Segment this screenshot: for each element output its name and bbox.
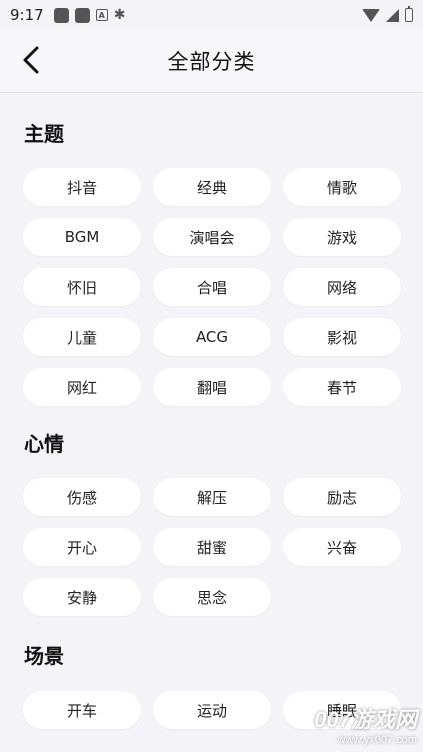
back-button[interactable]	[14, 43, 48, 77]
signal-icon	[386, 8, 399, 22]
bug-icon: ✱	[113, 7, 126, 23]
category-chip[interactable]: 安静	[23, 578, 141, 616]
status-bar: 9:17 A ✱	[0, 0, 423, 30]
category-chip[interactable]: 网络	[283, 268, 401, 306]
section-title-mood: 心情	[24, 432, 64, 456]
category-chip[interactable]: 甜蜜	[153, 528, 271, 566]
watermark-logo-text: 007游戏网	[314, 707, 417, 732]
watermark: 007游戏网 www.yx007.com	[314, 702, 417, 746]
category-chip[interactable]: 演唱会	[153, 218, 271, 256]
section-grid-theme: 抖音 经典 情歌 BGM 演唱会 游戏 怀旧 合唱 网络 儿童 ACG 影视 网…	[23, 168, 401, 406]
category-chip[interactable]: 儿童	[23, 318, 141, 356]
header-bar: 全部分类	[0, 30, 423, 93]
category-chip[interactable]: 网红	[23, 368, 141, 406]
category-chip[interactable]: 影视	[283, 318, 401, 356]
status-time: 9:17	[10, 6, 44, 24]
category-chip[interactable]: 情歌	[283, 168, 401, 206]
category-chip[interactable]: 经典	[153, 168, 271, 206]
battery-icon	[405, 6, 413, 22]
category-chip[interactable]: 励志	[283, 478, 401, 516]
section-grid-mood: 伤感 解压 励志 开心 甜蜜 兴奋 安静 思念	[23, 478, 401, 616]
category-chip[interactable]: 游戏	[283, 218, 401, 256]
category-chip[interactable]: 运动	[153, 691, 271, 729]
category-chip[interactable]: BGM	[23, 218, 141, 256]
category-chip[interactable]: 思念	[153, 578, 271, 616]
watermark-url: www.yx007.com	[337, 734, 417, 746]
category-chip[interactable]: 开车	[23, 691, 141, 729]
category-chip[interactable]: 伤感	[23, 478, 141, 516]
section-title-theme: 主题	[24, 122, 64, 146]
notification-icon	[53, 7, 69, 23]
category-chip[interactable]: 春节	[283, 368, 401, 406]
category-chip[interactable]: 翻唱	[153, 368, 271, 406]
category-chip[interactable]: 开心	[23, 528, 141, 566]
a-notification-icon: A	[95, 9, 108, 21]
category-chip[interactable]: 兴奋	[283, 528, 401, 566]
category-chip[interactable]: 怀旧	[23, 268, 141, 306]
chevron-left-icon	[23, 46, 39, 74]
category-chip[interactable]: ACG	[153, 318, 271, 356]
category-chip[interactable]: 解压	[153, 478, 271, 516]
category-chip[interactable]: 抖音	[23, 168, 141, 206]
page-title: 全部分类	[167, 50, 256, 74]
notification-icon-2	[74, 7, 90, 23]
section-title-scene: 场景	[24, 644, 64, 668]
wifi-icon	[362, 8, 380, 22]
category-chip[interactable]: 合唱	[153, 268, 271, 306]
